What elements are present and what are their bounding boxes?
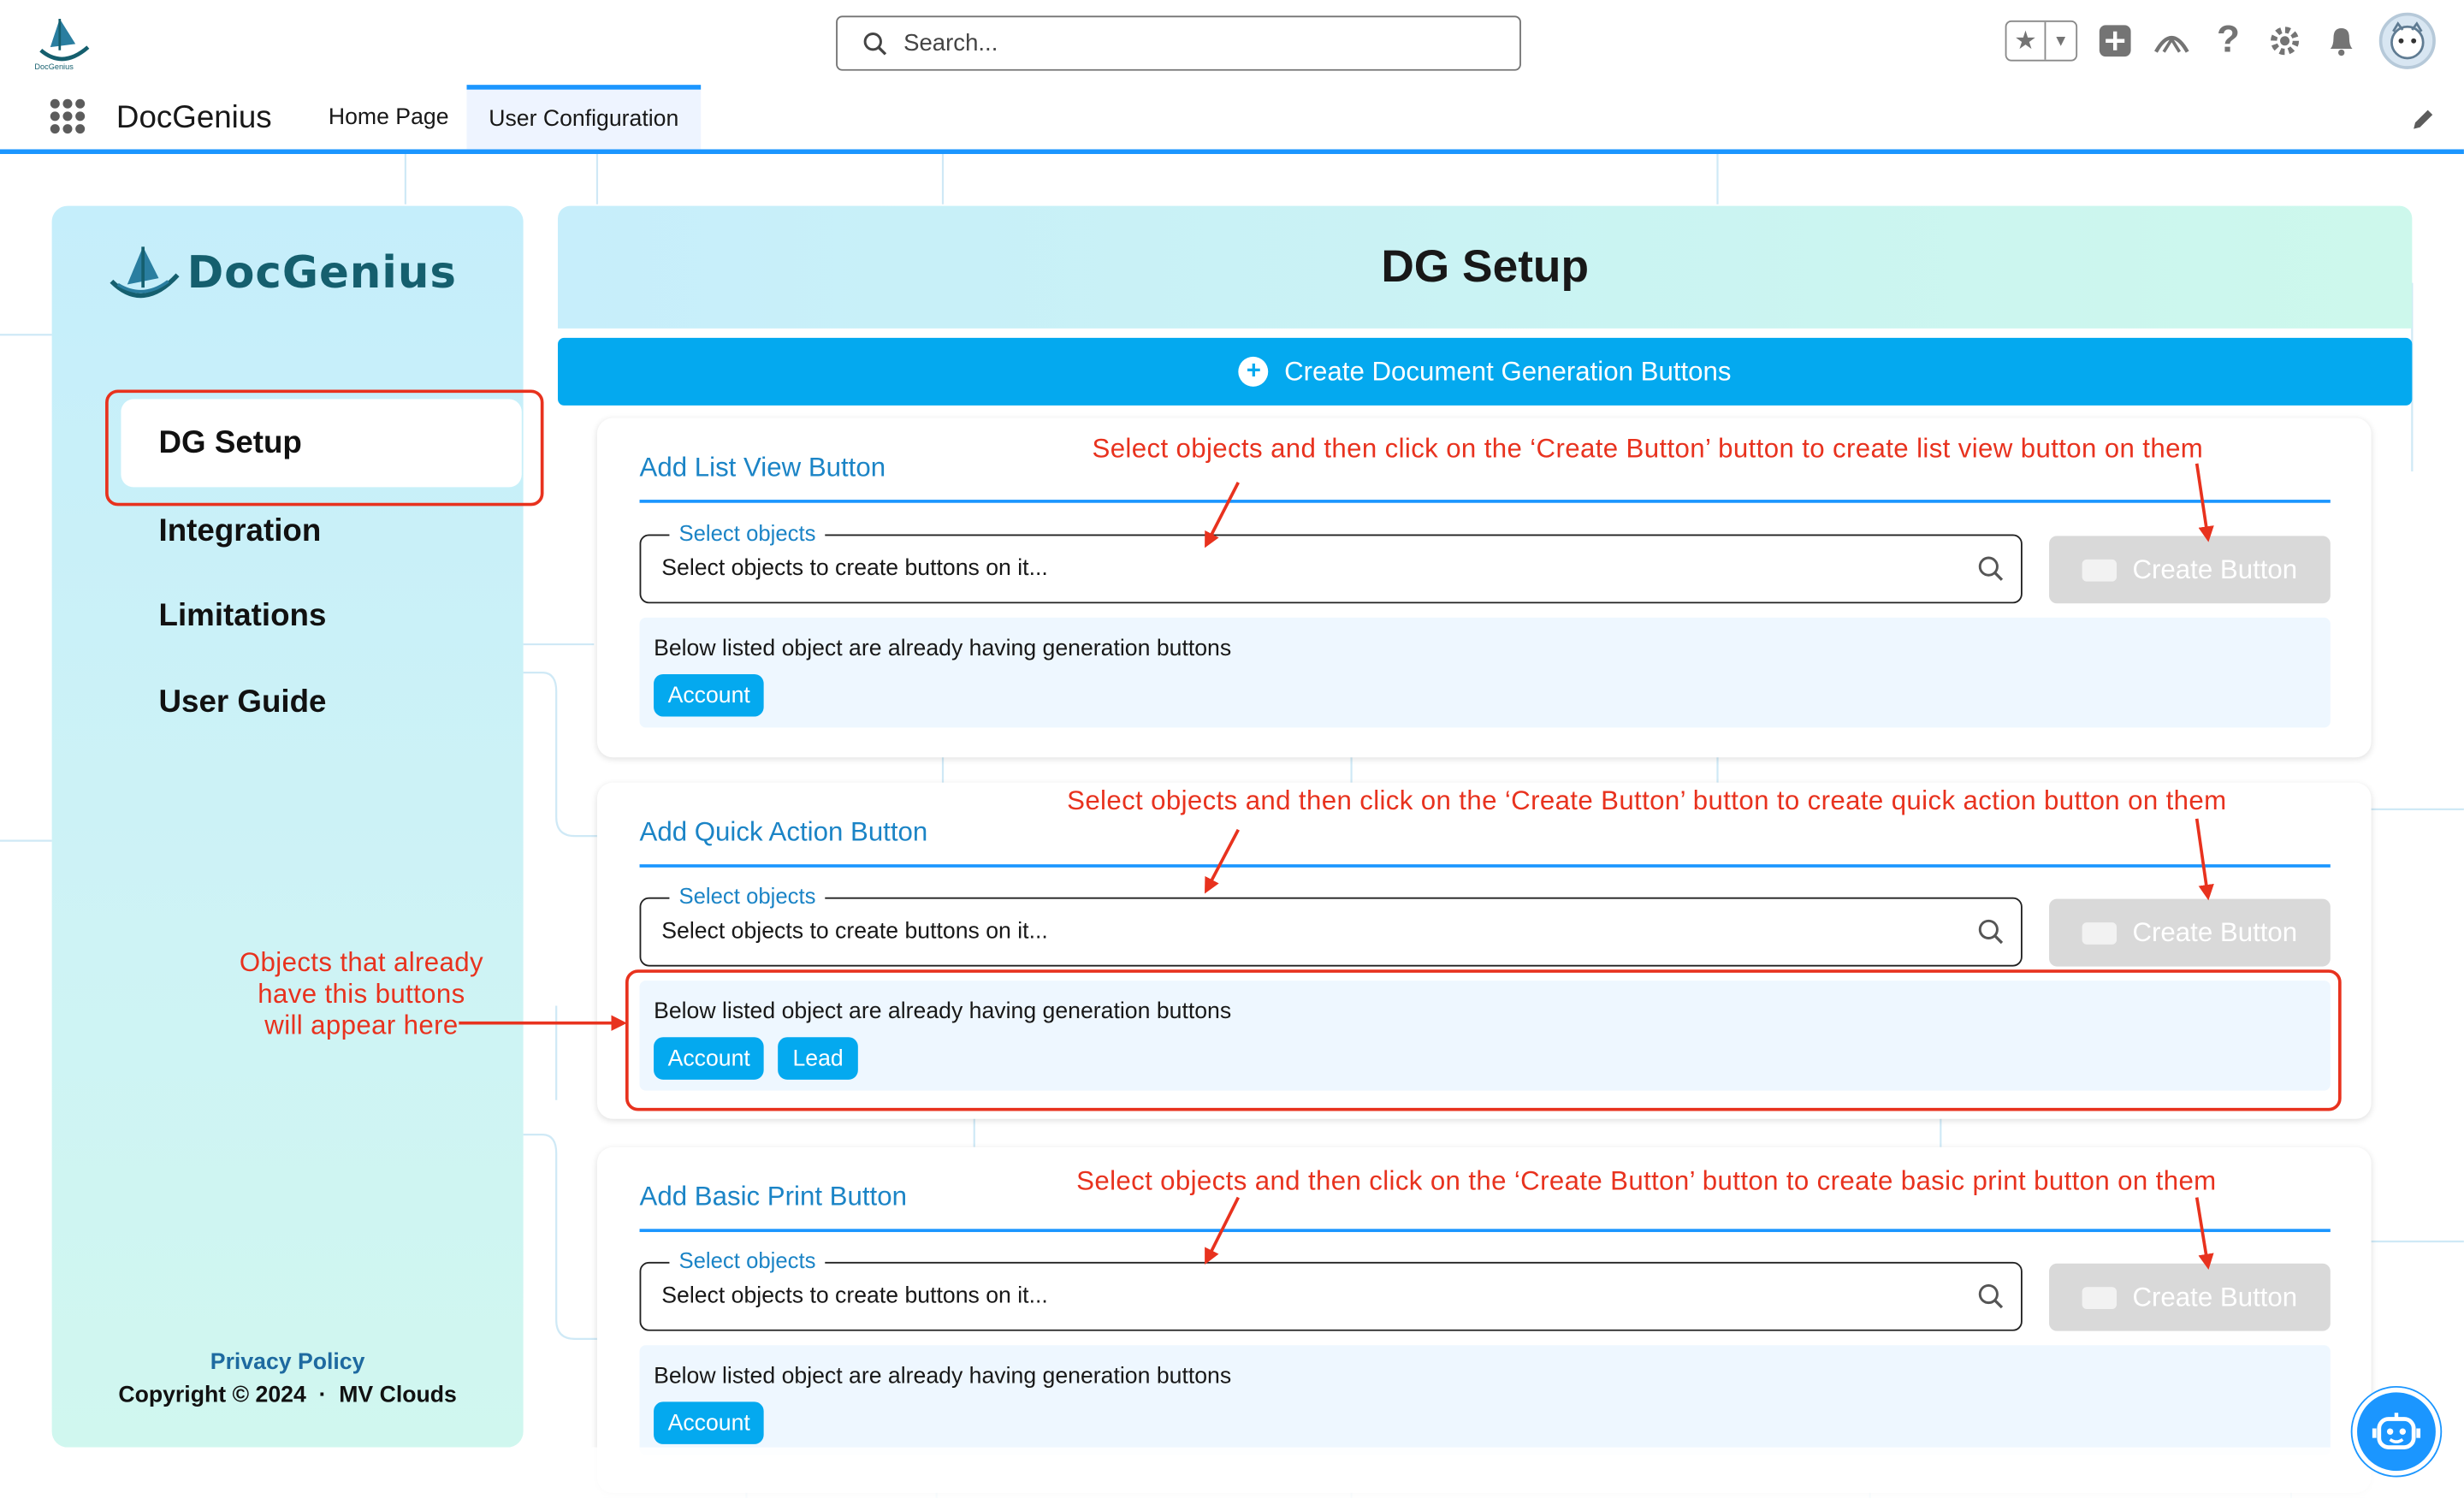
search-icon[interactable]	[1977, 918, 2005, 946]
favorites-button[interactable]: ★ ▼	[2005, 20, 2078, 62]
card-title: Add Quick Action Button	[639, 817, 928, 847]
page-root: DocGenius Search... ★ ▼ ? DocGenius Home…	[0, 0, 2464, 1498]
tab-home-page[interactable]: Home Page	[306, 85, 471, 149]
docgenius-logo-icon[interactable]: DocGenius	[28, 9, 98, 72]
existing-objects-panel: Below listed object are already having g…	[639, 1345, 2331, 1455]
object-chip-account[interactable]: Account	[654, 1401, 765, 1444]
existing-objects-text: Below listed object are already having g…	[654, 636, 1232, 662]
sidebar-item-integration[interactable]: Integration	[159, 514, 322, 550]
sidebar-brand-text: DocGenius	[187, 246, 457, 299]
create-button[interactable]: Create Button	[2049, 898, 2331, 967]
select-objects-placeholder: Select objects to create buttons on it..…	[661, 919, 1048, 945]
select-objects-placeholder: Select objects to create buttons on it..…	[661, 1283, 1048, 1309]
help-icon[interactable]: ?	[2209, 19, 2247, 62]
gear-icon[interactable]	[2266, 22, 2304, 60]
app-navigation-bar: DocGenius Home Page User Configuration	[0, 85, 2464, 150]
card-divider	[639, 1229, 2331, 1232]
highlight-box-dg-setup	[105, 389, 544, 507]
search-icon[interactable]	[1977, 1283, 2005, 1311]
sidebar-item-user-guide[interactable]: User Guide	[159, 685, 327, 721]
select-objects-label: Select objects	[669, 519, 826, 546]
global-header: DocGenius Search... ★ ▼ ? DocGenius Home…	[0, 0, 2464, 154]
select-objects-label: Select objects	[669, 1247, 826, 1273]
list-view-button-card: Add List View Button Select objects Sele…	[596, 418, 2372, 758]
basic-print-button-card: Add Basic Print Button Select objects Se…	[596, 1146, 2372, 1493]
object-chips: Account	[654, 673, 765, 717]
card-title: Add List View Button	[639, 452, 886, 483]
svg-text:DocGenius: DocGenius	[34, 62, 74, 71]
bell-icon[interactable]	[2323, 22, 2360, 60]
docgenius-logo-icon	[110, 246, 180, 299]
create-button-icon	[2082, 921, 2118, 944]
annotation-list-view: Select objects and then click on the ‘Cr…	[1092, 433, 2204, 464]
annotation-quick-action: Select objects and then click on the ‘Cr…	[1067, 785, 2227, 816]
pencil-icon[interactable]	[2410, 107, 2435, 132]
object-chips: Account	[654, 1401, 765, 1444]
favorites-dropdown-icon[interactable]: ▼	[2046, 22, 2076, 60]
annotation-basic-print: Select objects and then click on the ‘Cr…	[1076, 1165, 2217, 1196]
chatbot-icon	[2372, 1413, 2421, 1449]
select-objects-placeholder: Select objects to create buttons on it..…	[661, 556, 1048, 582]
search-placeholder: Search...	[903, 29, 998, 57]
select-objects-field[interactable]: Select objects Select objects to create …	[639, 1247, 2023, 1331]
select-objects-field[interactable]: Select objects Select objects to create …	[639, 519, 2023, 604]
card-divider	[639, 864, 2331, 868]
create-button[interactable]: Create Button	[2049, 536, 2331, 604]
create-button[interactable]: Create Button	[2049, 1263, 2331, 1331]
create-button-icon	[2082, 558, 2118, 581]
create-button-label: Create Button	[2132, 916, 2298, 947]
select-objects-label: Select objects	[669, 883, 826, 909]
add-icon[interactable]	[2096, 22, 2134, 60]
page-bottom-fade	[0, 1447, 2464, 1498]
chatbot-button[interactable]	[2352, 1387, 2441, 1476]
search-icon	[863, 32, 887, 55]
create-document-generation-buttons-bar[interactable]: + Create Document Generation Buttons	[558, 337, 2413, 406]
existing-objects-panel: Below listed object are already having g…	[639, 617, 2331, 728]
app-launcher-icon[interactable]	[50, 98, 86, 134]
create-button-label: Create Button	[2132, 554, 2298, 584]
sidebar-item-limitations[interactable]: Limitations	[159, 599, 327, 635]
existing-objects-text: Below listed object are already having g…	[654, 1364, 1232, 1389]
create-bar-label: Create Document Generation Buttons	[1284, 356, 1732, 386]
tab-user-configuration[interactable]: User Configuration	[466, 85, 701, 150]
card-divider	[639, 500, 2331, 503]
create-button-label: Create Button	[2132, 1281, 2298, 1312]
create-button-icon	[2082, 1286, 2118, 1309]
search-icon[interactable]	[1977, 554, 2005, 583]
sidebar-brand: DocGenius	[105, 237, 457, 306]
page-title: DG Setup	[558, 205, 2413, 329]
header-utility-icons: ★ ▼ ?	[2005, 12, 2436, 69]
privacy-policy-link[interactable]: Privacy Policy	[52, 1350, 524, 1375]
app-name: DocGenius	[116, 100, 272, 135]
card-title: Add Basic Print Button	[639, 1182, 907, 1212]
avatar[interactable]	[2378, 12, 2436, 69]
plus-circle-icon: +	[1238, 356, 1269, 387]
trailhead-icon[interactable]	[2153, 22, 2190, 60]
copyright-text: Copyright © 2024 · MV Clouds	[118, 1383, 457, 1408]
object-chip-account[interactable]: Account	[654, 673, 765, 717]
global-search-input[interactable]: Search...	[836, 15, 1521, 71]
highlight-box-existing-objects	[625, 969, 2342, 1111]
favorites-star-icon[interactable]: ★	[2006, 21, 2046, 60]
select-objects-field[interactable]: Select objects Select objects to create …	[639, 883, 2023, 967]
annotation-objects: Objects that already have this buttons w…	[239, 947, 483, 1040]
